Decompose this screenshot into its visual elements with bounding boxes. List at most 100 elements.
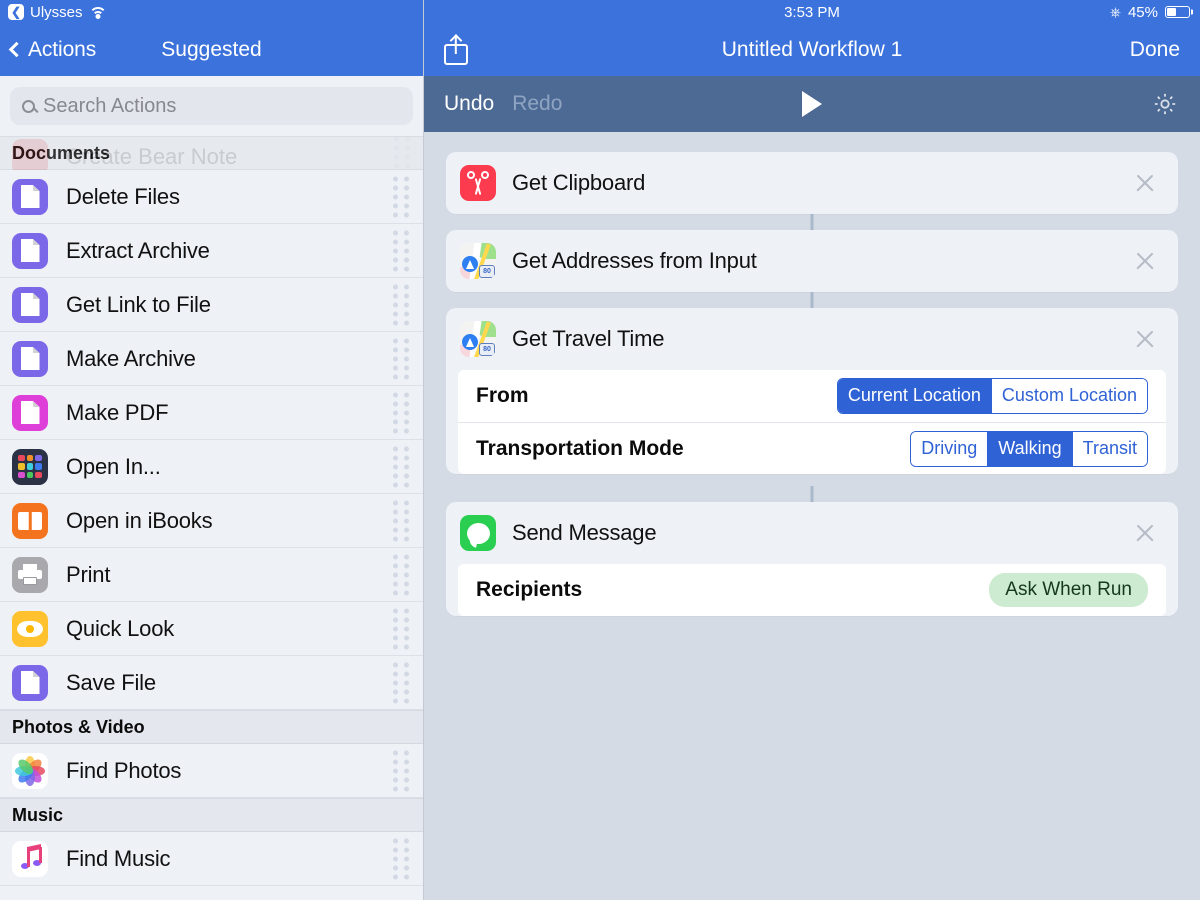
action-row[interactable]: Open in iBooks (0, 494, 423, 548)
clipboard-scissors-icon (460, 165, 496, 201)
parameter-label: Recipients (476, 578, 583, 601)
card-parameters: From Current Location Custom Location Trans… (458, 370, 1166, 474)
document-glyph (20, 401, 40, 424)
ibooks-icon (12, 502, 48, 539)
open-in-icon (12, 448, 48, 485)
document-glyph (20, 293, 40, 316)
document-glyph (20, 239, 40, 262)
parameter-label: From (476, 384, 529, 407)
workflow-canvas: Get Clipboard 80 Get Addresses from Input 8… (424, 132, 1200, 616)
drag-handle-icon[interactable] (393, 500, 409, 541)
drag-handle-icon[interactable] (393, 338, 409, 379)
photos-app-icon (12, 752, 48, 789)
action-row[interactable]: Quick Look (0, 602, 423, 656)
segment-option[interactable]: Transit (1072, 431, 1147, 466)
action-label: Make Archive (66, 345, 196, 371)
card-connector (446, 292, 1178, 308)
workflow-action-card[interactable]: Get Clipboard (446, 152, 1178, 214)
maps-glyph: 80 (460, 321, 496, 357)
drag-handle-icon[interactable] (393, 554, 409, 595)
action-row[interactable]: Print (0, 548, 423, 602)
segment-option[interactable]: Driving (911, 431, 989, 466)
card-connector (446, 486, 1178, 502)
action-row[interactable]: Extract Archive (0, 224, 423, 278)
battery-icon (1165, 6, 1190, 18)
done-button[interactable]: Done (1130, 38, 1180, 62)
segment-option[interactable]: Custom Location (991, 379, 1147, 413)
search-input[interactable]: Search Actions (10, 87, 413, 125)
workflow-action-card[interactable]: Send Message Recipients Ask When Run (446, 502, 1178, 616)
close-icon[interactable] (1134, 522, 1156, 544)
segmented-control[interactable]: Current Location Custom Location (836, 378, 1148, 414)
app-grid-glyph (18, 454, 42, 479)
back-to-app-label[interactable]: Ulysses (30, 4, 83, 21)
actions-sidebar: ❮ Ulysses Actions Suggested Search Actio… (0, 0, 424, 900)
close-icon[interactable] (1134, 172, 1156, 194)
workflow-title[interactable]: Untitled Workflow 1 (424, 38, 1200, 62)
parameter-row: Transportation Mode Driving Walking Transit (458, 422, 1166, 474)
drag-handle-icon[interactable] (393, 392, 409, 433)
close-icon[interactable] (1134, 328, 1156, 350)
sidebar-back-button[interactable]: Actions (0, 38, 96, 62)
section-header-photos-video: Photos & Video (0, 710, 423, 744)
segmented-control[interactable]: Driving Walking Transit (910, 430, 1148, 467)
actions-list[interactable]: Documents Delete Files Extract Archive Get … (0, 136, 423, 886)
action-row[interactable]: Open In... (0, 440, 423, 494)
share-icon[interactable] (444, 34, 468, 65)
action-label: Get Link to File (66, 291, 211, 317)
drag-handle-icon[interactable] (393, 176, 409, 217)
action-row[interactable]: Find Photos (0, 744, 423, 798)
status-time: 3:53 PM (784, 3, 840, 21)
action-row[interactable]: Make PDF (0, 386, 423, 440)
segment-option[interactable]: Walking (988, 431, 1073, 466)
sidebar-navbar: Actions Suggested (0, 24, 423, 76)
workflow-action-card[interactable]: 80 Get Travel Time From Current Location Cus… (446, 308, 1178, 474)
app-root: ❮ Ulysses Actions Suggested Search Actio… (0, 0, 1200, 900)
action-row[interactable]: Find Music (0, 832, 423, 886)
search-placeholder: Search Actions (43, 94, 177, 117)
card-header: Get Clipboard (446, 152, 1178, 214)
action-row[interactable]: Save File (0, 656, 423, 710)
drag-handle-icon[interactable] (393, 662, 409, 703)
action-label: Quick Look (66, 615, 175, 641)
workflow-action-card[interactable]: 80 Get Addresses from Input (446, 230, 1178, 292)
drag-handle-icon[interactable] (393, 230, 409, 271)
redo-button: Redo (512, 92, 563, 115)
workflow-editor: 3:53 PM ⎈ 45% Untitled Workflow 1 Done U… (424, 0, 1200, 900)
ask-when-run-token[interactable]: Ask When Run (989, 573, 1148, 607)
action-row[interactable]: Make Archive (0, 332, 423, 386)
drag-handle-icon[interactable] (393, 838, 409, 879)
action-label: Find Music (66, 845, 171, 871)
action-label: Make PDF (66, 399, 169, 425)
quick-look-icon (12, 610, 48, 647)
parameter-label: Transportation Mode (476, 436, 684, 460)
document-icon (12, 178, 48, 215)
card-parameters: Recipients Ask When Run (458, 564, 1166, 616)
drag-handle-icon[interactable] (393, 750, 409, 791)
drag-handle-icon[interactable] (393, 446, 409, 487)
segment-option[interactable]: Current Location (837, 379, 992, 413)
search-container: Search Actions (0, 76, 423, 136)
maps-glyph: 80 (460, 243, 496, 279)
drag-handle-icon[interactable] (393, 284, 409, 325)
card-header: 80 Get Addresses from Input (446, 230, 1178, 292)
action-label: Open In... (66, 453, 161, 479)
card-header: Send Message (446, 502, 1178, 564)
gear-icon[interactable] (1152, 91, 1178, 117)
action-row[interactable]: Delete Files (0, 170, 423, 224)
close-icon[interactable] (1134, 250, 1156, 272)
play-icon[interactable] (802, 91, 822, 117)
drag-handle-icon[interactable] (393, 608, 409, 649)
card-connector (446, 214, 1178, 230)
back-to-app-chevron-icon[interactable]: ❮ (8, 4, 24, 20)
undo-button[interactable]: Undo (444, 92, 494, 116)
card-title: Get Clipboard (512, 170, 646, 195)
action-row[interactable]: Get Link to File (0, 278, 423, 332)
document-icon (12, 340, 48, 377)
document-glyph (20, 185, 40, 208)
document-icon (12, 232, 48, 269)
action-label: Open in iBooks (66, 507, 213, 533)
chevron-left-icon (8, 41, 25, 58)
action-label: Delete Files (66, 183, 180, 209)
section-header-music: Music (0, 798, 423, 832)
